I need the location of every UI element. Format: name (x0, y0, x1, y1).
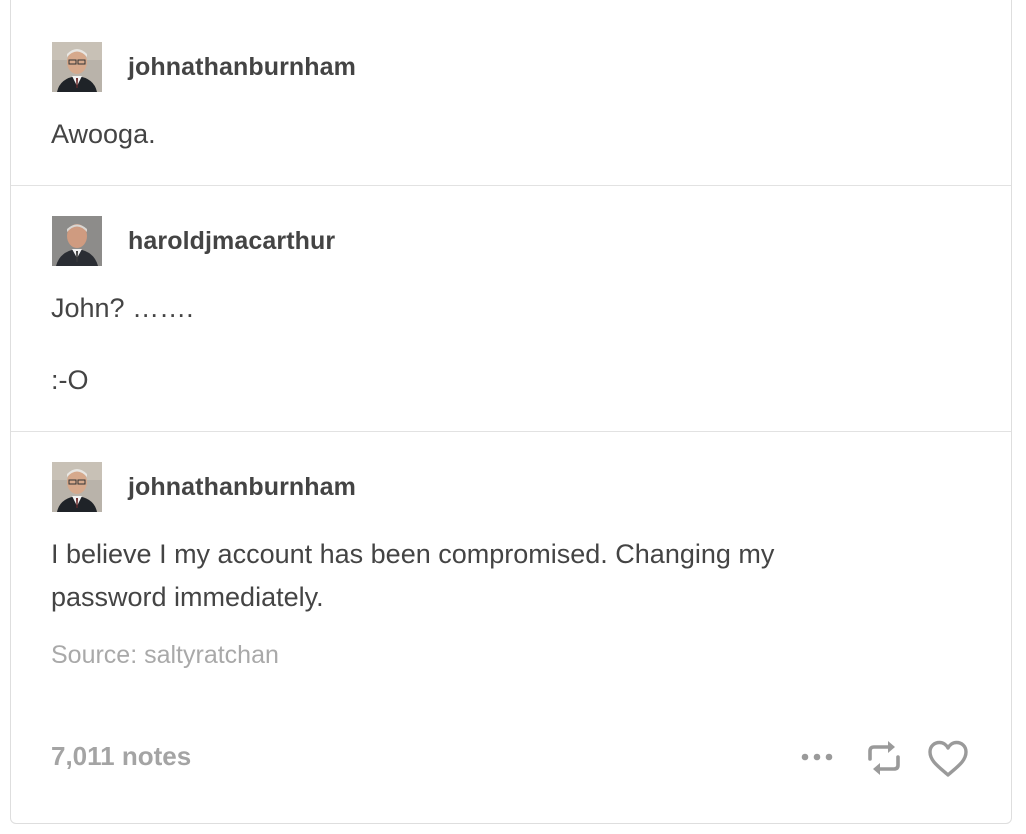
post-text: I believe I my account has been compromi… (51, 539, 775, 569)
reblog-icon[interactable] (864, 739, 904, 777)
post-card: johnathanburnham Awooga. haroldjmacarthu… (10, 0, 1012, 824)
post-text: :-O (51, 365, 89, 395)
divider (11, 431, 1011, 432)
avatar[interactable] (52, 462, 102, 512)
avatar[interactable] (52, 216, 102, 266)
post-text: John? ……. (51, 293, 194, 323)
post-text: Awooga. (51, 119, 156, 149)
username-link[interactable]: johnathanburnham (128, 53, 356, 82)
post-text: password immediately. (51, 582, 324, 612)
divider (11, 185, 1011, 186)
username-link[interactable]: johnathanburnham (128, 473, 356, 502)
notes-count[interactable]: 7,011 notes (51, 741, 191, 772)
avatar[interactable] (52, 42, 102, 92)
source-link[interactable]: Source: saltyratchan (51, 641, 279, 670)
heart-icon[interactable] (927, 740, 969, 778)
ellipsis-icon[interactable] (799, 747, 839, 767)
username-link[interactable]: haroldjmacarthur (128, 227, 335, 256)
